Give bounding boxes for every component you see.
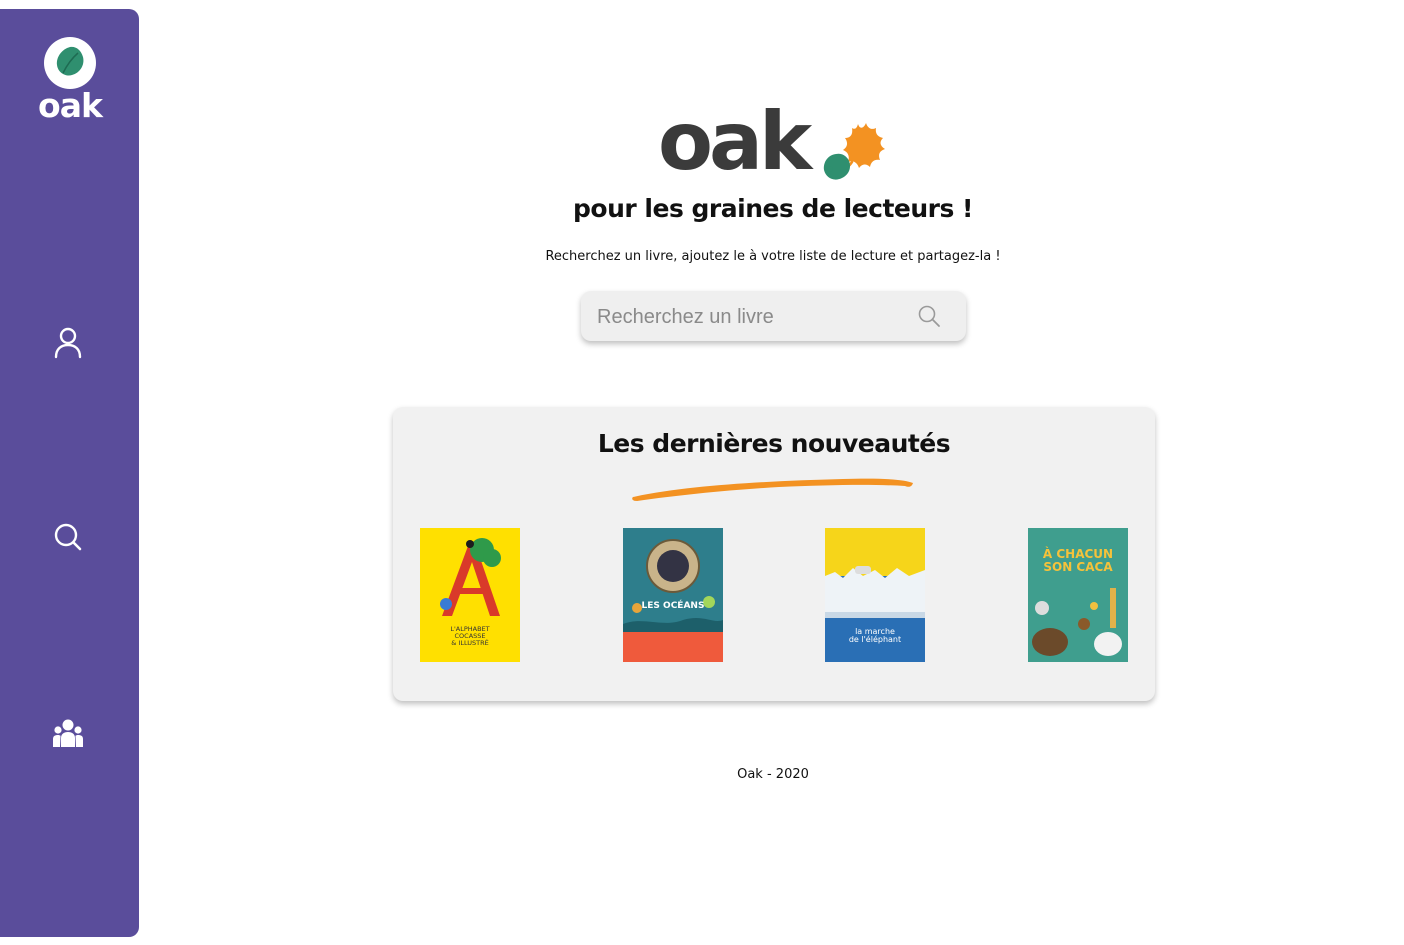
user-icon (54, 327, 82, 359)
search-icon (54, 523, 82, 551)
latest-books-title: Les dernières nouveautés (597, 429, 951, 458)
sidebar-logo-text: oak (38, 86, 103, 125)
tagline: pour les graines de lecteurs ! (573, 194, 973, 223)
nav-community-button[interactable] (48, 713, 88, 753)
search-submit-button[interactable] (917, 304, 941, 332)
sidebar-logo[interactable]: oak (30, 37, 110, 122)
search-bar (581, 291, 966, 341)
oak-leaf-icon (823, 123, 885, 180)
book-cover-elephant[interactable]: la marche de l'éléphant (825, 528, 925, 662)
group-icon (53, 719, 83, 747)
book-title-line: de l'éléphant (848, 635, 902, 645)
hero-logo: oak (656, 102, 896, 192)
book-cover-caca[interactable]: À CHACUN SON CACA (1028, 528, 1128, 662)
book-cover-alphabet[interactable]: L'ALPHABET COCASSE & ILLUSTRÉ (420, 528, 520, 662)
hero-logo-text: oak (658, 95, 812, 188)
book-title-line: SON CACA (1043, 559, 1113, 574)
search-input[interactable] (595, 299, 909, 335)
book-title-line: & ILLUSTRÉ (451, 638, 489, 647)
subtitle: Recherchez un livre, ajoutez le à votre … (545, 249, 1001, 264)
sidebar: oak (0, 9, 139, 937)
leaf-logo-icon (44, 37, 96, 89)
brush-underline-decoration (632, 478, 913, 501)
search-icon (918, 305, 940, 327)
book-illustration (623, 539, 723, 662)
book-title-line: À CHACUN (1042, 547, 1114, 561)
nav-search-button[interactable] (48, 517, 88, 557)
book-title-line: LES OCÉANS (641, 601, 705, 611)
footer-text: Oak - 2020 (737, 767, 809, 782)
latest-books-panel: Les dernières nouveautés L'ALPHABET COCA… (393, 407, 1155, 701)
nav-profile-button[interactable] (48, 323, 88, 363)
book-cover-oceans[interactable]: LES OCÉANS (623, 528, 723, 662)
